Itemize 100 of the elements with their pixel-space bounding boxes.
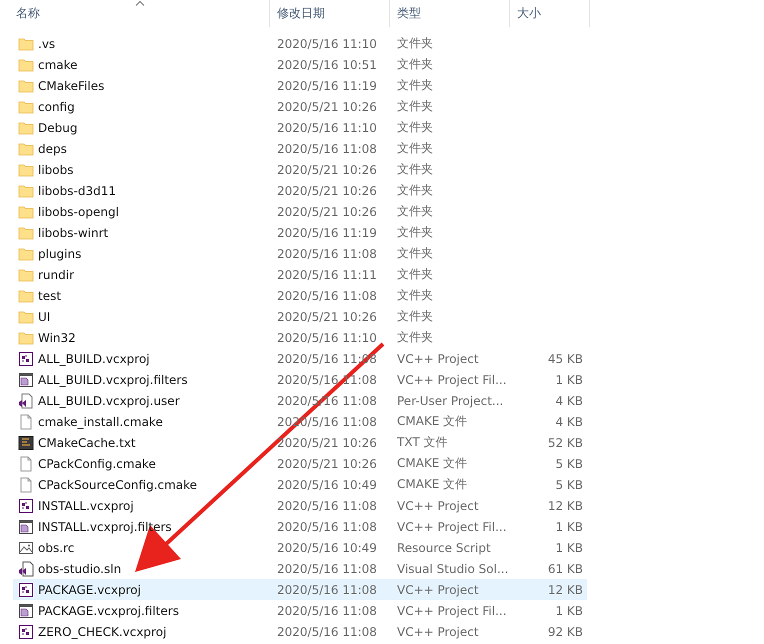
file-name: CMakeCache.txt	[38, 436, 136, 450]
file-name: ALL_BUILD.vcxproj	[38, 352, 150, 366]
file-name: CPackConfig.cmake	[38, 456, 156, 470]
file-row[interactable]: config 2020/5/21 10:26 文件夹	[13, 96, 587, 117]
file-row[interactable]: .vs 2020/5/16 11:10 文件夹	[13, 33, 587, 54]
file-size: 1 KB	[554, 540, 584, 554]
file-name: libobs-d3d11	[38, 184, 116, 198]
user-file-icon	[18, 392, 34, 408]
modified-date: 2020/5/16 10:49	[276, 478, 378, 492]
project-file-icon	[18, 498, 34, 514]
column-header[interactable]: 大小	[510, 0, 590, 27]
file-name: libobs-winrt	[38, 226, 108, 240]
file-type: Resource Script	[396, 540, 492, 554]
file-size: 1 KB	[554, 372, 584, 386]
file-type: 文件夹	[396, 161, 434, 178]
text-file-icon	[18, 434, 34, 450]
file-row[interactable]: INSTALL.vcxproj 2020/5/16 11:08 VC++ Project 12 KB	[13, 495, 587, 516]
file-row[interactable]: cmake 2020/5/16 10:51 文件夹	[13, 54, 587, 75]
file-row[interactable]: CMakeFiles 2020/5/16 11:19 文件夹	[13, 75, 587, 96]
file-type: 文件夹	[396, 77, 434, 94]
modified-date: 2020/5/16 11:08	[276, 624, 378, 638]
modified-date: 2020/5/16 11:11	[276, 268, 378, 282]
modified-date: 2020/5/16 11:08	[276, 498, 378, 512]
file-name: .vs	[38, 36, 56, 50]
folder-icon	[18, 140, 34, 156]
file-row[interactable]: deps 2020/5/16 11:08 文件夹	[13, 138, 587, 159]
folder-icon	[18, 78, 34, 94]
solution-file-icon	[18, 560, 34, 576]
file-name: obs.rc	[38, 540, 74, 554]
file-size: 1 KB	[554, 604, 584, 618]
file-row[interactable]: plugins 2020/5/16 11:08 文件夹	[13, 243, 587, 264]
file-name: CPackSourceConfig.cmake	[38, 478, 198, 492]
file-row[interactable]: libobs-d3d11 2020/5/21 10:26 文件夹	[13, 180, 587, 201]
file-name: CMakeFiles	[38, 78, 104, 92]
file-row[interactable]: UI 2020/5/21 10:26 文件夹	[13, 306, 587, 327]
file-row[interactable]: Debug 2020/5/16 11:10 文件夹	[13, 117, 587, 138]
folder-icon	[18, 162, 34, 178]
file-type: 文件夹	[396, 203, 434, 220]
file-name: Debug	[38, 120, 78, 134]
file-row[interactable]: libobs-winrt 2020/5/16 11:19 文件夹	[13, 222, 587, 243]
file-type: CMAKE 文件	[396, 413, 468, 430]
file-name: config	[38, 100, 75, 114]
modified-date: 2020/5/16 11:10	[276, 36, 378, 50]
document-icon	[18, 456, 34, 472]
document-icon	[18, 414, 34, 430]
modified-date: 2020/5/16 11:08	[276, 520, 378, 534]
folder-icon	[18, 224, 34, 240]
file-name: libobs-opengl	[38, 204, 119, 218]
file-row[interactable]: test 2020/5/16 11:08 文件夹	[13, 285, 587, 306]
folder-icon	[18, 56, 34, 72]
column-header[interactable]: 修改日期	[270, 0, 390, 27]
file-name: INSTALL.vcxproj.filters	[38, 520, 172, 534]
file-row[interactable]: Win32 2020/5/16 11:10 文件夹	[13, 327, 587, 348]
modified-date: 2020/5/21 10:26	[276, 162, 378, 176]
file-size: 45 KB	[546, 352, 584, 366]
file-row[interactable]: ZERO_CHECK.vcxproj 2020/5/16 11:08 VC++ Project 92 KB	[13, 621, 587, 642]
filter-file-icon	[18, 372, 34, 388]
file-row[interactable]: obs-studio.sln 2020/5/16 11:08 Visual Studio Sol... 61 KB	[13, 558, 587, 579]
file-type: VC++ Project Fil...	[396, 372, 508, 386]
folder-icon	[18, 36, 34, 52]
column-header[interactable]: 名称	[0, 0, 270, 27]
document-icon	[18, 476, 34, 492]
column-label: 大小	[517, 5, 541, 22]
modified-date: 2020/5/21 10:26	[276, 310, 378, 324]
filter-file-icon	[18, 518, 34, 534]
file-type: 文件夹	[396, 266, 434, 283]
modified-date: 2020/5/21 10:26	[276, 184, 378, 198]
folder-icon	[18, 330, 34, 346]
file-row[interactable]: CPackSourceConfig.cmake 2020/5/16 10:49 CMAKE 文件 5 KB	[13, 474, 587, 495]
modified-date: 2020/5/16 11:08	[276, 604, 378, 618]
file-name: INSTALL.vcxproj	[38, 498, 134, 512]
file-name: PACKAGE.vcxproj.filters	[38, 604, 179, 618]
file-name: cmake	[38, 58, 78, 72]
file-row[interactable]: libobs-opengl 2020/5/21 10:26 文件夹	[13, 201, 587, 222]
file-type: CMAKE 文件	[396, 455, 468, 472]
file-type: 文件夹	[396, 98, 434, 115]
file-size: 12 KB	[546, 498, 584, 512]
file-row[interactable]: PACKAGE.vcxproj 2020/5/16 11:08 VC++ Project 12 KB	[13, 579, 587, 600]
column-header[interactable]: 类型	[390, 0, 510, 27]
file-name: Win32	[38, 330, 76, 344]
file-type: Visual Studio Sol...	[396, 562, 510, 576]
file-row[interactable]: INSTALL.vcxproj.filters 2020/5/16 11:08 VC++ Project Fil... 1 KB	[13, 516, 587, 537]
file-row[interactable]: libobs 2020/5/21 10:26 文件夹	[13, 159, 587, 180]
file-type: VC++ Project	[396, 352, 480, 366]
column-label: 名称	[16, 5, 40, 22]
file-type: VC++ Project	[396, 582, 480, 596]
file-row[interactable]: CPackConfig.cmake 2020/5/21 10:26 CMAKE 文件 5 KB	[13, 453, 587, 474]
file-name: rundir	[38, 268, 74, 282]
file-type: 文件夹	[396, 329, 434, 346]
modified-date: 2020/5/16 11:10	[276, 120, 378, 134]
project-file-icon	[18, 624, 34, 640]
file-type: 文件夹	[396, 224, 434, 241]
file-name: plugins	[38, 246, 82, 260]
file-row[interactable]: CMakeCache.txt 2020/5/21 10:26 TXT 文件 52 KB	[13, 432, 587, 453]
file-row[interactable]: PACKAGE.vcxproj.filters 2020/5/16 11:08 VC++ Project Fil... 1 KB	[13, 600, 587, 621]
column-label: 类型	[397, 5, 421, 22]
file-row[interactable]: obs.rc 2020/5/16 10:49 Resource Script 1 KB	[13, 537, 587, 558]
file-row[interactable]: rundir 2020/5/16 11:11 文件夹	[13, 264, 587, 285]
file-type: VC++ Project Fil...	[396, 520, 508, 534]
folder-icon	[18, 98, 34, 114]
